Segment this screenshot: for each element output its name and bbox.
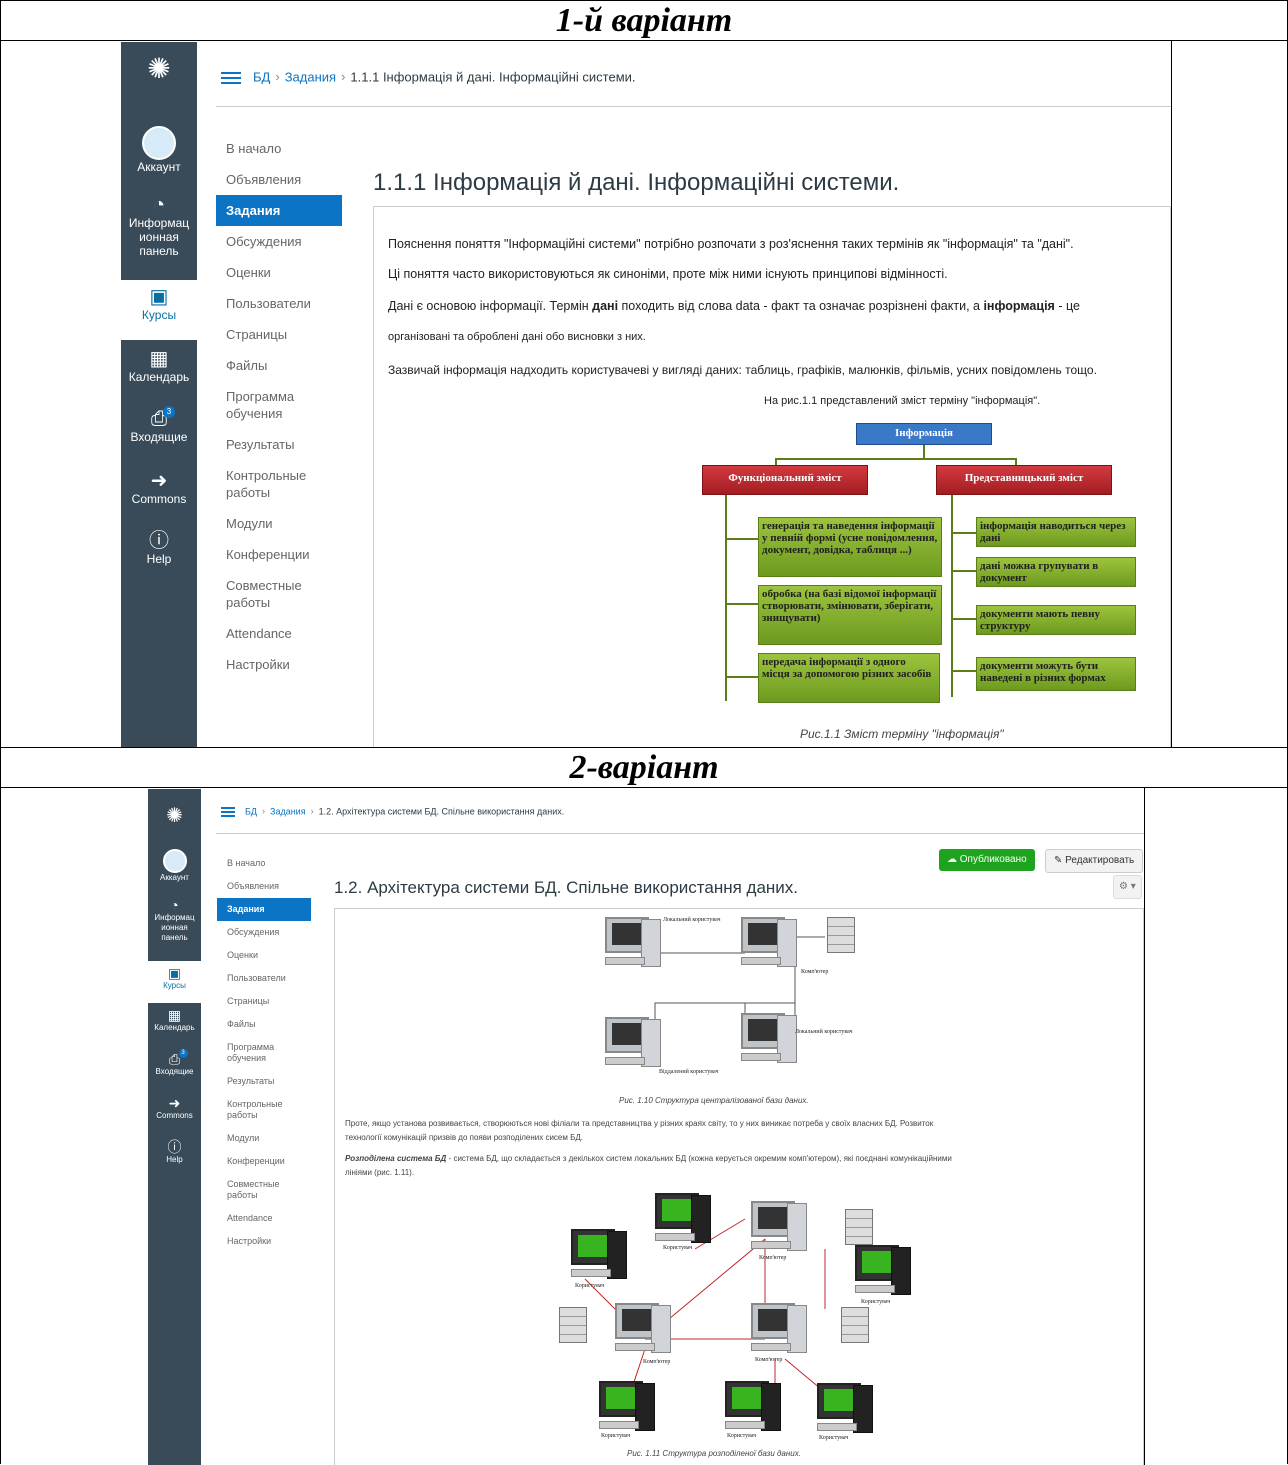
course-nav-item[interactable]: Программа обучения (217, 1036, 311, 1070)
centralized-db-figure: Локальний користувач Комп'ютер Віддалени… (595, 913, 875, 1083)
course-nav-item[interactable]: Страницы (216, 319, 342, 350)
course-nav-item[interactable]: Оценки (216, 257, 342, 288)
commons-icon: ➜ (168, 1095, 181, 1111)
content-box: Пояснення поняття "Інформаційні системи"… (373, 206, 1171, 748)
nav-commons[interactable]: ➜ Commons (121, 470, 197, 506)
global-nav: ✺ Аккаунт ◔ Информац ионная панель ▣ Курсы… (148, 789, 201, 1465)
database-icon (559, 1307, 587, 1343)
nav-commons[interactable]: ➜ Commons (148, 1095, 201, 1121)
database-icon (827, 917, 855, 953)
dashboard-icon: ◔ (152, 194, 166, 216)
course-nav-item[interactable]: Конференции (216, 539, 342, 570)
course-nav-item[interactable]: Настройки (217, 1230, 311, 1253)
paragraph-distributed: Розподілена система БД - система БД, що … (345, 1154, 952, 1163)
course-nav-item[interactable]: В начало (216, 133, 342, 164)
help-icon: ⓘ (149, 530, 169, 552)
inbox-badge: 3 (163, 406, 175, 418)
course-nav-item[interactable]: Оценки (217, 944, 311, 967)
course-nav: В начало Объявления Задания Обсуждения Оценк… (217, 852, 311, 1253)
course-nav-item[interactable]: В начало (217, 852, 311, 875)
page-title: 1.1.1 Інформація й дані. Інформаційні си… (373, 169, 900, 196)
published-button[interactable]: ☁ Опубликовано (939, 849, 1035, 871)
page-title: 1.2. Архітектура системи БД. Спільне вик… (334, 878, 799, 897)
breadcrumb: БД › Задания › 1.1.1 Інформація й дані. Інфо… (221, 69, 636, 87)
course-nav-item[interactable]: Результаты (217, 1070, 311, 1093)
global-nav: ✺ Аккаунт ◔ Информац ионная панель ▣ Курсы… (121, 42, 197, 748)
courses-icon: ▣ (149, 286, 169, 308)
nav-help[interactable]: ⓘ Help (148, 1139, 201, 1165)
avatar (142, 126, 176, 160)
nav-help[interactable]: ⓘ Help (121, 530, 197, 566)
settings-button[interactable]: ⚙ ▾ (1113, 875, 1142, 899)
calendar-icon: ▦ (167, 1007, 182, 1023)
nav-account[interactable]: Аккаунт (148, 849, 201, 883)
nav-inbox[interactable]: ⎙ 3 Входящие (148, 1049, 201, 1077)
course-nav-item[interactable]: Страницы (217, 990, 311, 1013)
course-nav-item[interactable]: Программа обучения (216, 381, 342, 429)
course-nav-item[interactable]: Модули (217, 1127, 311, 1150)
dashboard-icon: ◔ (170, 897, 179, 913)
variant2-header: 2-варіант (1, 748, 1287, 788)
nav-inbox[interactable]: ⎙ 3 Входящие (121, 406, 197, 444)
help-icon: ⓘ (167, 1139, 182, 1155)
nav-courses[interactable]: ▣ Курсы (121, 280, 197, 340)
course-nav-item[interactable]: Attendance (216, 618, 342, 649)
logo-icon[interactable]: ✺ (121, 52, 197, 85)
course-nav: В начало Объявления Задания Обсуждения Оценк… (216, 133, 342, 680)
course-nav-item[interactable]: Пользователи (217, 967, 311, 990)
course-nav-item[interactable]: Файлы (216, 350, 342, 381)
info-diagram: Інформація Функціональний зміст Представ… (686, 419, 1150, 723)
course-nav-item[interactable]: Файлы (217, 1013, 311, 1036)
avatar (162, 849, 187, 873)
nav-account[interactable]: Аккаунт (121, 126, 197, 174)
figure-caption: Рис.1.1 Зміст терміну "інформація" (800, 727, 1004, 741)
nav-calendar[interactable]: ▦ Календарь (148, 1007, 201, 1033)
database-icon (845, 1209, 873, 1245)
database-icon (841, 1307, 869, 1343)
course-nav-item[interactable]: Объявления (216, 164, 342, 195)
inbox-icon: ⎙ 3 (121, 406, 197, 430)
course-nav-item[interactable]: Совместные работы (217, 1173, 311, 1207)
course-nav-item[interactable]: Контрольные работы (217, 1093, 311, 1127)
breadcrumb: БД › Задания › 1.2. Архітектура системи БД. … (221, 805, 564, 819)
course-nav-item[interactable]: Задания (216, 195, 342, 226)
course-nav-item[interactable]: Обсуждения (216, 226, 342, 257)
variant1-panel: 1-й варіант ✺ Аккаунт ◔ Информац ионная п… (0, 0, 1288, 749)
nav-dashboard[interactable]: ◔ Информац ионная панель (121, 194, 197, 258)
logo-icon[interactable]: ✺ (148, 803, 201, 828)
content-box: Локальний користувач Комп'ютер Віддалени… (334, 908, 1144, 1465)
cloud-icon: ☁ (947, 854, 960, 865)
figure-caption-2: Рис. 1.11 Структура розподіленої бази да… (627, 1449, 801, 1458)
course-nav-item[interactable]: Результаты (216, 429, 342, 460)
calendar-icon: ▦ (149, 348, 169, 370)
figure-caption-1: Рис. 1.10 Структура централізованої бази… (619, 1096, 809, 1105)
nav-courses[interactable]: ▣ Курсы (148, 961, 201, 1003)
variant2-panel: 2-варіант ✺ Аккаунт ◔ Информац ионная пан… (0, 747, 1288, 1465)
course-nav-item[interactable]: Attendance (217, 1207, 311, 1230)
course-nav-item[interactable]: Контрольные работы (216, 460, 342, 508)
distributed-db-figure: Користувач Комп'ютер Користувач Користув… (555, 1189, 935, 1447)
nav-dashboard[interactable]: ◔ Информац ионная панель (148, 897, 201, 943)
course-nav-item[interactable]: Объявления (217, 875, 311, 898)
course-nav-item[interactable]: Модули (216, 508, 342, 539)
inbox-badge: 3 (178, 1049, 188, 1058)
commons-icon: ➜ (150, 470, 168, 492)
course-nav-item[interactable]: Задания (217, 898, 311, 921)
menu-icon[interactable] (221, 805, 235, 819)
nav-calendar[interactable]: ▦ Календарь (121, 348, 197, 384)
menu-icon[interactable] (221, 69, 241, 87)
variant1-header: 1-й варіант (1, 1, 1287, 41)
courses-icon: ▣ (167, 965, 182, 981)
pencil-icon: ✎ (1054, 855, 1066, 866)
course-nav-item[interactable]: Настройки (216, 649, 342, 680)
edit-button[interactable]: ✎ Редактировать (1045, 849, 1144, 873)
course-nav-item[interactable]: Пользователи (216, 288, 342, 319)
gear-icon: ⚙ ▾ (1119, 881, 1136, 892)
course-nav-item[interactable]: Совместные работы (216, 570, 342, 618)
course-nav-item[interactable]: Конференции (217, 1150, 311, 1173)
paragraph-data: Дані є основою інформації. Термін дані п… (388, 299, 1080, 313)
inbox-icon: ⎙ 3 (148, 1049, 201, 1067)
course-nav-item[interactable]: Обсуждения (217, 921, 311, 944)
